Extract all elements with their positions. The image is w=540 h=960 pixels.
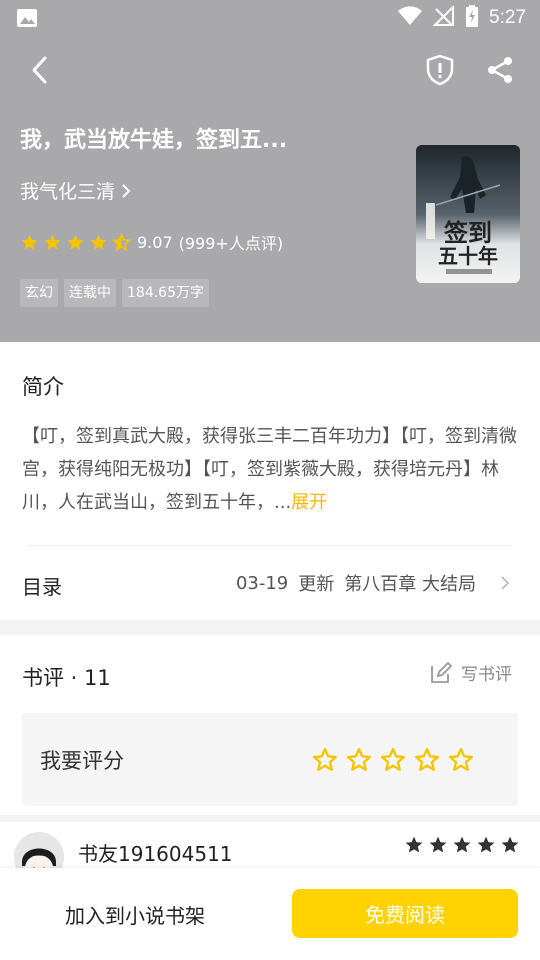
star-filled-icon (67, 234, 84, 250)
chevron-right-icon (122, 183, 131, 198)
book-tags: 玄幻 连载中 184.65万字 (20, 279, 209, 307)
star-filled-icon (453, 836, 471, 853)
share-icon (488, 57, 512, 83)
star-filled-icon (477, 836, 495, 853)
rating-count: (999+人点评) (178, 234, 284, 253)
rate-prompt: 我要评分 (40, 749, 124, 773)
tag-genre: 玄幻 (20, 279, 58, 307)
free-read-button[interactable]: 免费阅读 (292, 889, 518, 938)
star-outline-icon[interactable] (448, 747, 474, 773)
report-button[interactable] (422, 52, 458, 88)
tag-word-count: 184.65万字 (122, 279, 209, 307)
shield-alert-icon (426, 54, 454, 86)
star-outline-icon[interactable] (346, 747, 372, 773)
toc-update-label: 更新 (298, 574, 335, 595)
toc-update-date: 03-19 (235, 572, 289, 594)
star-filled-icon (90, 234, 107, 250)
add-to-shelf-button[interactable]: 加入到小说书架 (30, 888, 240, 940)
gallery-notification-icon (16, 8, 38, 28)
divider (28, 545, 512, 546)
status-bar: 5:27 (0, 0, 540, 36)
expand-link[interactable]: 展开 (291, 492, 327, 513)
rating-score: 9.07 (137, 232, 173, 252)
author-name: 我气化三清 (20, 181, 116, 203)
tag-status: 连载中 (64, 279, 116, 307)
reviews-heading: 书评 · 11 (22, 666, 111, 690)
intro-heading: 简介 (22, 375, 64, 399)
svg-text:五十年: 五十年 (438, 244, 498, 268)
edit-icon (431, 661, 453, 683)
write-review-button[interactable]: 写书评 (429, 660, 512, 685)
chevron-right-icon (501, 576, 510, 590)
book-cover[interactable]: 签到 五十年 (416, 145, 520, 283)
author-link[interactable]: 我气化三清 (20, 177, 131, 204)
rating-row: 9.07 (999+人点评) (20, 230, 283, 254)
toc-label: 目录 (22, 575, 62, 599)
book-title: 我，武当放牛娃，签到五... (20, 128, 288, 153)
star-filled-icon (405, 836, 423, 853)
star-filled-icon (501, 836, 519, 853)
star-outline-icon[interactable] (414, 747, 440, 773)
rate-box: 我要评分 (22, 713, 518, 806)
no-signal-icon (432, 4, 455, 30)
toc-latest-chapter: 第八百章 大结局 (344, 574, 476, 595)
back-button[interactable] (22, 52, 58, 88)
star-filled-icon (429, 836, 447, 853)
rate-stars-input[interactable] (312, 747, 474, 773)
star-filled-icon (21, 234, 38, 250)
reviewer-name: 书友191604511 (78, 842, 233, 866)
cover-illustration: 签到 五十年 (416, 145, 520, 283)
star-outline-icon[interactable] (380, 747, 406, 773)
star-outline-icon[interactable] (312, 747, 338, 773)
write-review-label: 写书评 (461, 665, 512, 685)
svg-text:签到: 签到 (443, 218, 492, 247)
chevron-left-icon (32, 56, 47, 84)
clock: 5:27 (489, 7, 526, 28)
rating-stars (20, 232, 131, 252)
battery-charging-icon (465, 5, 479, 31)
share-button[interactable] (482, 52, 518, 88)
star-filled-icon (44, 234, 61, 250)
intro-text[interactable]: 【叮，签到真武大殿，获得张三丰二百年功力】【叮，签到清微宫，获得纯阳无极功】【叮… (22, 420, 522, 519)
table-of-contents-row[interactable]: 目录 03-19 更新 第八百章 大结局 (0, 555, 540, 615)
wifi-icon (397, 6, 423, 30)
star-half-icon (112, 232, 131, 251)
reviewer-stars (404, 835, 520, 855)
intro-body: 【叮，签到真武大殿，获得张三丰二百年功力】【叮，签到清微宫，获得纯阳无极功】【叮… (22, 426, 517, 513)
